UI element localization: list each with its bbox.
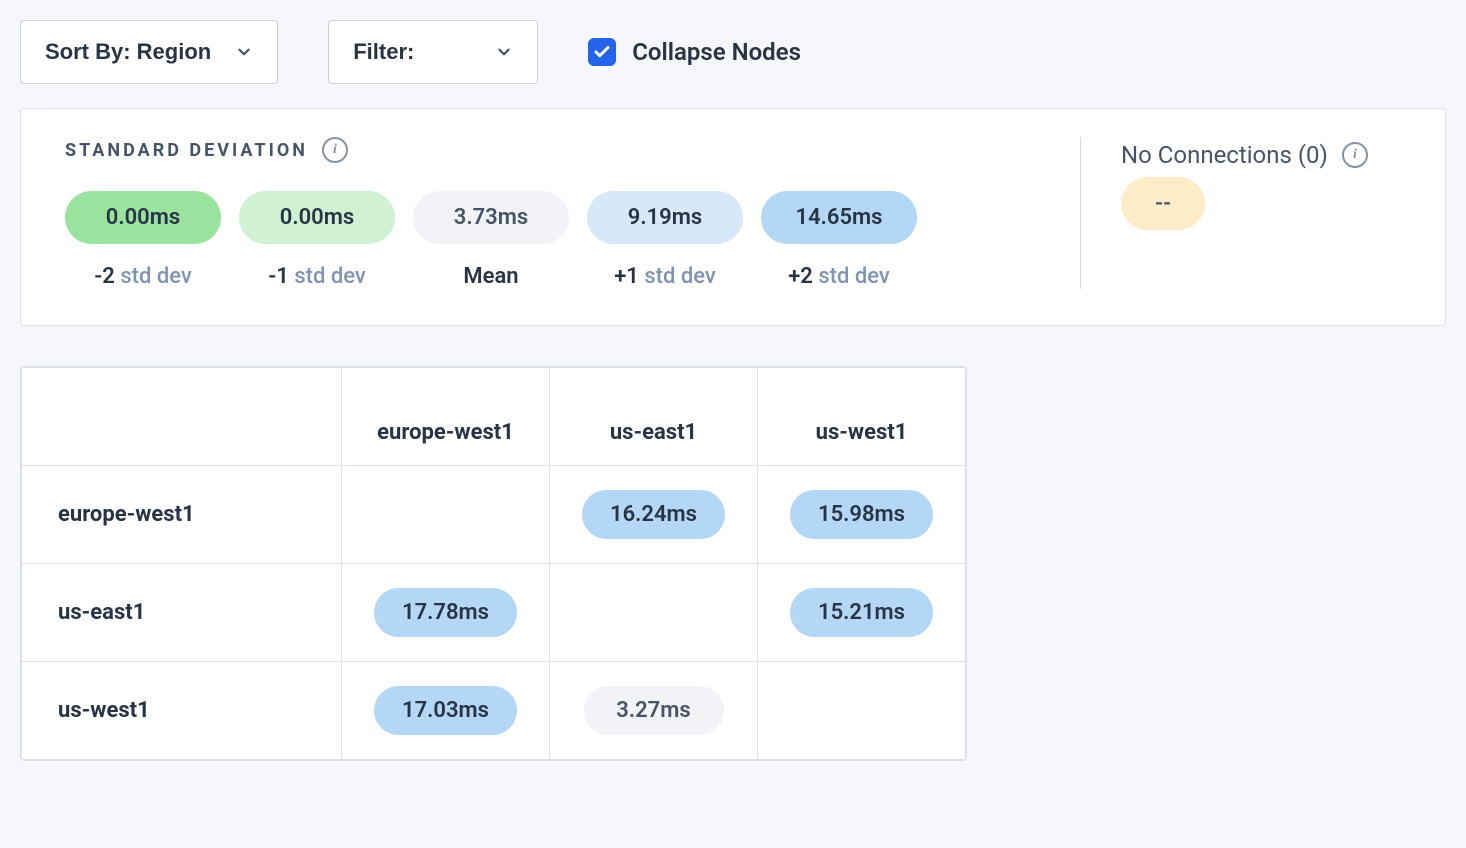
sort-by-label: Sort By: Region	[45, 39, 211, 65]
filter-select[interactable]: Filter:	[328, 20, 538, 84]
std-dev-bucket: 14.65ms +2 std dev	[761, 191, 917, 289]
table-row: us-west1 17.03ms 3.27ms	[22, 662, 966, 760]
sort-by-select[interactable]: Sort By: Region	[20, 20, 278, 84]
latency-pill: 15.21ms	[790, 588, 933, 637]
filter-label: Filter:	[353, 39, 414, 65]
std-dev-pill: 0.00ms	[65, 191, 221, 244]
std-dev-bucket: 3.73ms Mean	[413, 191, 569, 289]
row-header: europe-west1	[22, 466, 342, 564]
info-icon[interactable]: i	[322, 137, 348, 163]
column-header: europe-west1	[342, 368, 550, 466]
std-dev-caption: Mean	[463, 264, 518, 289]
latency-cell: 16.24ms	[550, 466, 758, 564]
latency-pill: 15.98ms	[790, 490, 933, 539]
std-dev-bucket: 9.19ms +1 std dev	[587, 191, 743, 289]
toolbar: Sort By: Region Filter: Collapse Nodes	[20, 20, 1446, 84]
collapse-nodes-label: Collapse Nodes	[632, 38, 801, 66]
latency-pill: 3.27ms	[584, 686, 724, 735]
chevron-down-icon	[235, 43, 253, 61]
std-dev-pill: 0.00ms	[239, 191, 395, 244]
std-dev-pill: 14.65ms	[761, 191, 917, 244]
latency-matrix: europe-west1us-east1us-west1 europe-west…	[20, 366, 967, 761]
latency-pill: 16.24ms	[582, 490, 725, 539]
std-dev-bucket: 0.00ms -1 std dev	[239, 191, 395, 289]
latency-cell	[758, 662, 966, 760]
std-dev-pill: 9.19ms	[587, 191, 743, 244]
no-connections-label: No Connections (0)	[1121, 141, 1328, 169]
table-row: europe-west1 16.24ms 15.98ms	[22, 466, 966, 564]
std-dev-legend: STANDARD DEVIATION i 0.00ms-2 std dev0.0…	[65, 137, 1040, 289]
latency-cell: 15.98ms	[758, 466, 966, 564]
no-connections-section: No Connections (0) i --	[1121, 137, 1401, 289]
checkbox-checked-icon	[588, 38, 616, 66]
std-dev-legend-card: STANDARD DEVIATION i 0.00ms-2 std dev0.0…	[20, 108, 1446, 326]
info-icon[interactable]: i	[1342, 142, 1368, 168]
latency-pill: 17.78ms	[374, 588, 517, 637]
std-dev-bucket: 0.00ms -2 std dev	[65, 191, 221, 289]
latency-cell: 17.03ms	[342, 662, 550, 760]
std-dev-caption: +2 std dev	[788, 264, 890, 289]
table-row: us-east1 17.78ms 15.21ms	[22, 564, 966, 662]
std-dev-caption: -2 std dev	[94, 264, 192, 289]
latency-pill: 17.03ms	[374, 686, 517, 735]
latency-cell	[342, 466, 550, 564]
std-dev-caption: +1 std dev	[614, 264, 716, 289]
std-dev-pill: 3.73ms	[413, 191, 569, 244]
column-header: us-west1	[758, 368, 966, 466]
vertical-divider	[1080, 137, 1081, 289]
row-header: us-east1	[22, 564, 342, 662]
latency-cell: 15.21ms	[758, 564, 966, 662]
table-corner	[22, 368, 342, 466]
latency-cell	[550, 564, 758, 662]
collapse-nodes-checkbox[interactable]: Collapse Nodes	[588, 38, 801, 66]
row-header: us-west1	[22, 662, 342, 760]
card-title: STANDARD DEVIATION	[65, 140, 308, 161]
latency-cell: 17.78ms	[342, 564, 550, 662]
chevron-down-icon	[495, 43, 513, 61]
column-header: us-east1	[550, 368, 758, 466]
std-dev-caption: -1 std dev	[268, 264, 366, 289]
no-connections-pill: --	[1121, 177, 1205, 230]
latency-cell: 3.27ms	[550, 662, 758, 760]
